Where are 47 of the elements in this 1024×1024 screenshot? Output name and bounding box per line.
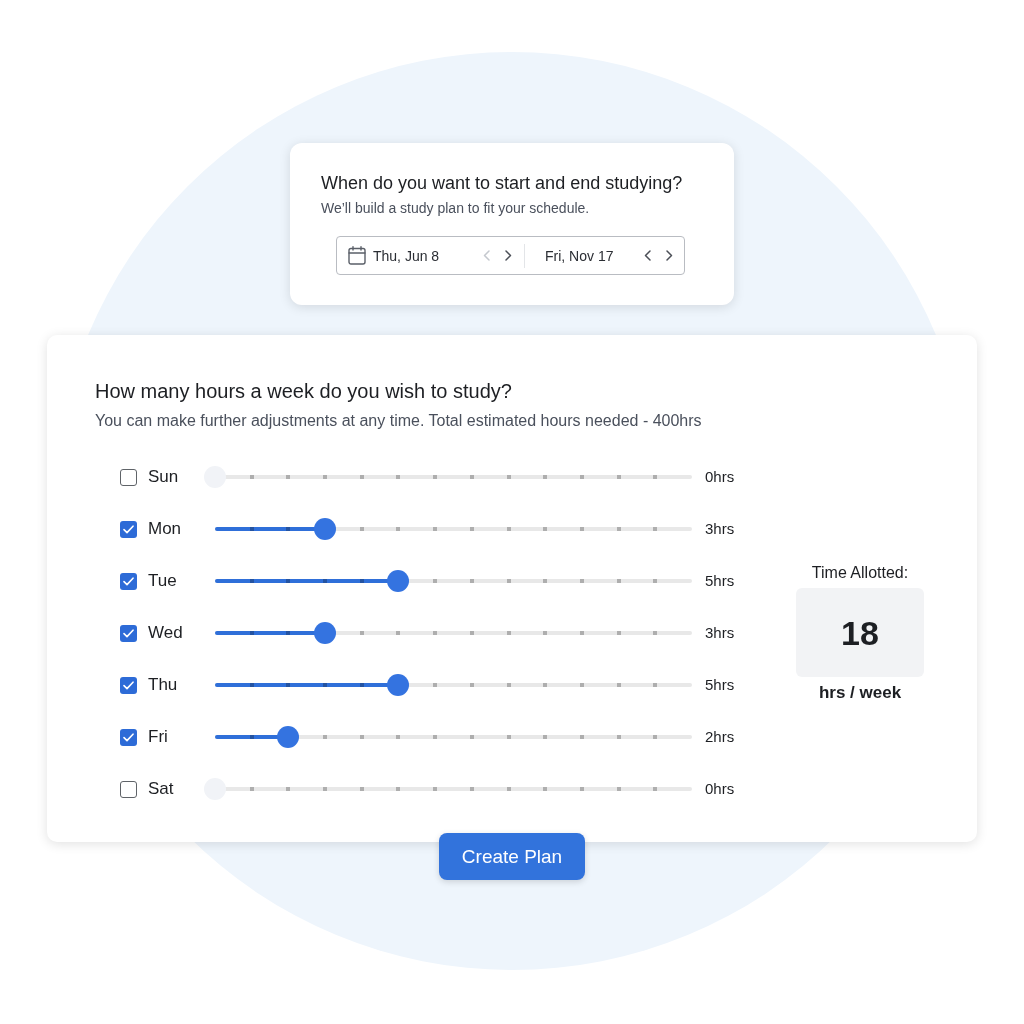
hours-value: 0hrs	[705, 779, 736, 799]
slider-thumb[interactable]	[387, 674, 410, 696]
day-label: Wed	[148, 622, 184, 644]
date-question-title: When do you want to start and end studying?	[321, 172, 684, 195]
slider-thumb[interactable]	[277, 726, 300, 748]
day-label: Fri	[148, 726, 169, 748]
day-checkbox[interactable]	[120, 572, 137, 590]
create-plan-button[interactable]: Create Plan	[439, 833, 585, 880]
hours-question-subtitle: You can make further adjustments at any time. Total estimated hours needed - 400hrs	[95, 411, 703, 431]
slider-thumb[interactable]	[314, 518, 337, 540]
check-icon	[123, 628, 134, 638]
day-label: Mon	[148, 518, 183, 540]
date-range-field[interactable]: Thu, Jun 8 Fri, Nov 17	[336, 236, 685, 275]
calendar-icon	[348, 246, 366, 265]
hours-value: 0hrs	[705, 467, 736, 487]
chevron-right-icon	[504, 250, 512, 261]
start-date-text: Thu, Jun 8	[373, 246, 441, 266]
hours-value: 2hrs	[705, 727, 736, 747]
hours-value: 3hrs	[705, 519, 736, 539]
hours-value: 5hrs	[705, 675, 736, 695]
hours-value: 5hrs	[705, 571, 736, 591]
day-label: Tue	[148, 570, 178, 592]
check-icon	[123, 732, 134, 742]
chevron-left-icon	[482, 250, 490, 261]
day-label: Sat	[148, 778, 175, 800]
end-date-text: Fri, Nov 17	[545, 246, 615, 266]
check-icon	[123, 576, 134, 586]
hours-total-value: 18	[841, 612, 879, 653]
slider-thumb[interactable]	[387, 570, 410, 592]
day-checkbox[interactable]	[120, 728, 137, 746]
date-question-subtitle: We’ll build a study plan to fit your schedule.	[321, 199, 591, 218]
day-label: Thu	[148, 674, 179, 696]
day-checkbox[interactable]	[120, 520, 137, 538]
day-checkbox[interactable]	[120, 624, 137, 642]
time-allotted-label: Time Allotted:	[811, 563, 909, 583]
check-icon	[123, 524, 134, 534]
hours-unit-label: hrs / week	[818, 682, 902, 704]
hours-question-title: How many hours a week do you wish to study?	[95, 379, 513, 404]
day-label: Sun	[148, 466, 180, 488]
day-checkbox[interactable]	[120, 468, 137, 486]
hours-value: 3hrs	[705, 623, 736, 643]
chevron-right-icon	[665, 250, 673, 261]
day-checkbox[interactable]	[120, 780, 137, 798]
chevron-left-icon	[643, 250, 651, 261]
day-checkbox[interactable]	[120, 676, 137, 694]
slider-thumb[interactable]	[314, 622, 337, 644]
check-icon	[123, 680, 134, 690]
